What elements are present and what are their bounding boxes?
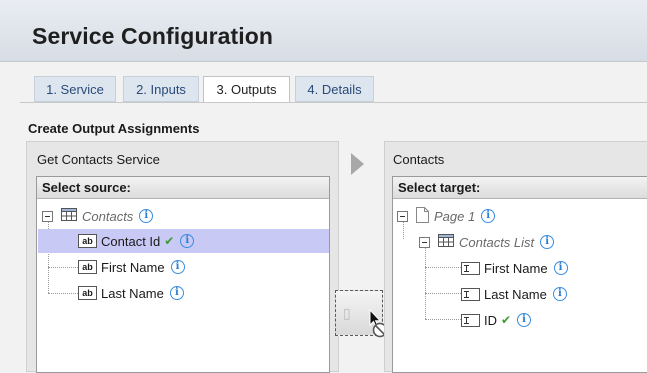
info-icon[interactable]: i xyxy=(180,234,195,248)
info-icon[interactable]: i xyxy=(481,209,496,223)
target-list-label: Contacts List xyxy=(459,234,535,250)
input-field-icon xyxy=(461,313,480,327)
source-panel-title: Get Contacts Service xyxy=(37,152,160,167)
target-item-last-name[interactable]: Last Name i xyxy=(461,282,647,306)
source-root-label: Contacts xyxy=(82,208,134,224)
target-item-first-name[interactable]: First Name i xyxy=(461,256,647,280)
tab-divider xyxy=(20,102,647,103)
header-bar: Service Configuration xyxy=(0,0,647,62)
tab-details[interactable]: 4. Details xyxy=(295,76,374,102)
table-icon xyxy=(438,234,454,250)
tree-connector xyxy=(425,267,461,268)
source-list-header: Select source: xyxy=(37,177,329,199)
target-list-node[interactable]: Contacts List i xyxy=(419,230,647,254)
check-icon: ✔ xyxy=(164,234,175,248)
input-field-icon xyxy=(461,287,480,301)
collapse-icon[interactable] xyxy=(419,236,430,248)
direction-arrow-icon xyxy=(351,153,364,175)
source-item-last-name[interactable]: ab Last Name i xyxy=(38,281,329,305)
info-icon[interactable]: i xyxy=(553,261,568,275)
source-item-label: Last Name xyxy=(101,285,164,301)
collapse-icon[interactable] xyxy=(397,210,408,222)
target-item-label: Last Name xyxy=(484,286,547,302)
target-item-id[interactable]: ID ✔ i xyxy=(461,308,647,332)
input-field-icon xyxy=(461,261,480,275)
source-item-label: Contact Id xyxy=(101,233,161,249)
source-item-label: First Name xyxy=(101,259,165,275)
collapse-icon[interactable] xyxy=(42,210,53,222)
text-field-icon: ab xyxy=(78,286,97,300)
target-root-label: Page 1 xyxy=(434,208,476,224)
source-list[interactable]: Select source: Contacts i ab Contact Id … xyxy=(36,176,330,373)
tab-outputs[interactable]: 3. Outputs xyxy=(203,76,290,103)
target-root-node[interactable]: Page 1 i xyxy=(397,204,647,228)
source-item-first-name[interactable]: ab First Name i xyxy=(38,255,329,279)
tree-connector xyxy=(425,319,461,320)
source-root-node[interactable]: Contacts i xyxy=(42,204,327,228)
text-field-icon: ab xyxy=(78,260,97,274)
table-icon xyxy=(61,208,77,224)
target-item-label: First Name xyxy=(484,260,548,276)
info-icon[interactable]: i xyxy=(552,287,567,301)
target-item-label: ID xyxy=(484,312,497,328)
info-icon[interactable]: i xyxy=(169,286,184,300)
section-title: Create Output Assignments xyxy=(28,121,200,136)
source-item-contact-id[interactable]: ab Contact Id ✔ i xyxy=(38,229,329,253)
assign-mapping-button[interactable]: ▯ xyxy=(335,290,388,338)
target-panel: Contacts Select target: Page 1 i Contact… xyxy=(384,141,647,373)
drag-placeholder-icon: ▯ xyxy=(343,305,351,321)
tree-connector xyxy=(425,293,461,294)
tab-service[interactable]: 1. Service xyxy=(34,76,116,102)
page-icon xyxy=(416,206,429,226)
target-list[interactable]: Select target: Page 1 i Contacts List i … xyxy=(392,176,647,373)
page-title: Service Configuration xyxy=(32,23,274,49)
target-list-header: Select target: xyxy=(393,177,647,199)
info-icon[interactable]: i xyxy=(540,235,555,249)
text-field-icon: ab xyxy=(78,234,97,248)
source-panel: Get Contacts Service Select source: Cont… xyxy=(26,141,339,373)
target-panel-title: Contacts xyxy=(393,152,445,167)
info-icon[interactable]: i xyxy=(170,260,185,274)
info-icon[interactable]: i xyxy=(517,313,532,327)
info-icon[interactable]: i xyxy=(139,209,154,223)
tab-inputs[interactable]: 2. Inputs xyxy=(123,76,199,102)
check-icon: ✔ xyxy=(501,313,512,327)
